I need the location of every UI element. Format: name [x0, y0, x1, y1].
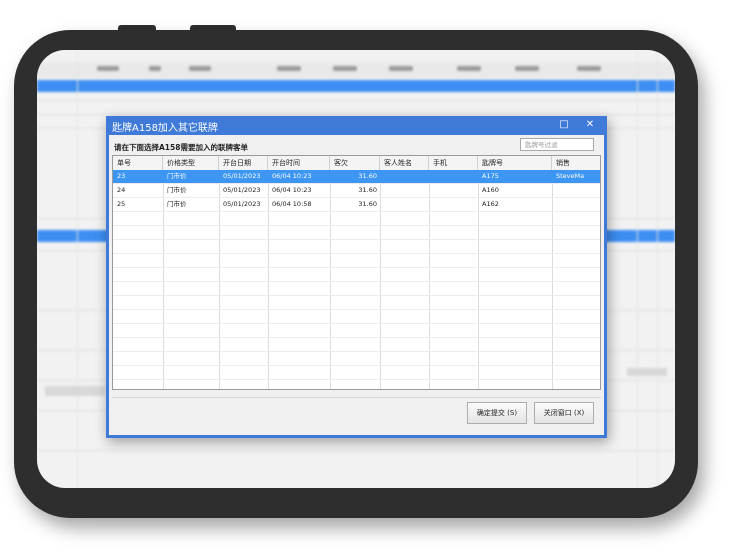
bg-block	[45, 386, 105, 396]
bg-label	[277, 66, 301, 71]
cell-guest-name	[380, 184, 429, 197]
join-dialog: 匙牌A158加入其它联牌 □ ✕ 请在下面选择A158需要加入的联牌客单 单号 …	[106, 116, 607, 438]
cell-open-date: 05/01/2023	[223, 172, 261, 180]
cell-open-time: 06/04 10:58	[272, 200, 312, 208]
table-row-empty	[113, 268, 600, 282]
table-row[interactable]: 25 门市价 05/01/2023 06/04 10:58 31.60 A162	[113, 198, 600, 212]
bg-label	[149, 66, 161, 71]
col-header-open-date[interactable]: 开台日期	[219, 156, 268, 170]
dialog-titlebar[interactable]: 匙牌A158加入其它联牌 □ ✕	[106, 116, 607, 135]
cell-open-date: 05/01/2023	[223, 200, 261, 208]
table-row-empty	[113, 352, 600, 366]
bg-label	[515, 66, 539, 71]
cell-guest-name	[380, 170, 429, 183]
bg-label	[577, 66, 601, 71]
orders-table: 单号 价格类型 开台日期 开台时间 客欠 客人姓名 手机 匙牌号 销售 23 门…	[112, 155, 601, 390]
table-row[interactable]: 23 门市价 05/01/2023 06/04 10:23 31.60 A175…	[113, 170, 600, 184]
col-header-key-no[interactable]: 匙牌号	[478, 156, 552, 170]
bg-col-line	[77, 50, 78, 488]
key-filter-input[interactable]	[520, 138, 594, 151]
cell-key-no: A160	[482, 186, 499, 194]
table-body: 23 门市价 05/01/2023 06/04 10:23 31.60 A175…	[113, 170, 600, 389]
table-row-empty	[113, 282, 600, 296]
cell-open-time: 06/04 10:23	[272, 172, 312, 180]
bg-label	[189, 66, 211, 71]
col-header-open-time[interactable]: 开台时间	[268, 156, 330, 170]
submit-button[interactable]: 确定提交 (S)	[467, 402, 527, 424]
table-row-empty	[113, 240, 600, 254]
table-row-empty	[113, 338, 600, 352]
table-row-empty	[113, 212, 600, 226]
cell-balance: 31.60	[358, 172, 377, 180]
cell-order-no: 24	[117, 186, 126, 194]
table-row-empty	[113, 366, 600, 380]
table-row-empty	[113, 310, 600, 324]
cell-sales	[552, 198, 600, 211]
bg-label	[333, 66, 357, 71]
bg-label	[97, 66, 119, 71]
cell-open-date: 05/01/2023	[223, 186, 261, 194]
cell-guest-name	[380, 198, 429, 211]
table-header: 单号 价格类型 开台日期 开台时间 客欠 客人姓名 手机 匙牌号 销售	[113, 156, 600, 171]
cell-sales: SteveMa	[556, 172, 585, 180]
dialog-title: 匙牌A158加入其它联牌	[112, 123, 218, 134]
col-header-phone[interactable]: 手机	[429, 156, 478, 170]
bg-label	[389, 66, 413, 71]
cell-order-no: 25	[117, 200, 126, 208]
table-row-empty	[113, 254, 600, 268]
col-header-order-no[interactable]: 单号	[113, 156, 163, 170]
table-row-empty	[113, 296, 600, 310]
close-window-button[interactable]: 关闭窗口 (X)	[534, 402, 594, 424]
cell-phone	[429, 170, 478, 183]
cell-phone	[429, 198, 478, 211]
bg-col-line	[657, 50, 658, 488]
bg-block	[627, 368, 667, 376]
cell-balance: 31.60	[358, 200, 377, 208]
col-header-balance[interactable]: 客欠	[330, 156, 380, 170]
maximize-icon[interactable]: □	[556, 118, 572, 132]
instruction-text: 请在下面选择A158需要加入的联牌客单	[114, 143, 248, 152]
cell-key-no: A175	[482, 172, 499, 180]
dialog-body: 请在下面选择A158需要加入的联牌客单 单号 价格类型 开台日期 开台时间 客欠…	[109, 135, 604, 435]
col-header-guest-name[interactable]: 客人姓名	[380, 156, 429, 170]
cell-price-type: 门市价	[167, 186, 187, 194]
cell-open-time: 06/04 10:23	[272, 186, 312, 194]
bg-row-line	[37, 114, 675, 115]
bg-row-line	[37, 100, 675, 101]
col-header-sales[interactable]: 销售	[552, 156, 600, 170]
table-row[interactable]: 24 门市价 05/01/2023 06/04 10:23 31.60 A160	[113, 184, 600, 198]
bg-selected-row	[37, 80, 675, 92]
bg-label	[457, 66, 481, 71]
table-row-empty	[113, 324, 600, 338]
bg-row-line	[37, 450, 675, 451]
cell-phone	[429, 184, 478, 197]
cell-sales	[552, 184, 600, 197]
cell-price-type: 门市价	[167, 172, 187, 180]
cell-price-type: 门市价	[167, 200, 187, 208]
cell-order-no: 23	[117, 172, 126, 180]
cell-key-no: A162	[482, 200, 499, 208]
col-header-price-type[interactable]: 价格类型	[163, 156, 219, 170]
table-row-empty	[113, 226, 600, 240]
close-icon[interactable]: ✕	[582, 118, 598, 132]
bg-col-line	[637, 50, 638, 488]
footer-divider	[112, 397, 601, 398]
cell-balance: 31.60	[358, 186, 377, 194]
